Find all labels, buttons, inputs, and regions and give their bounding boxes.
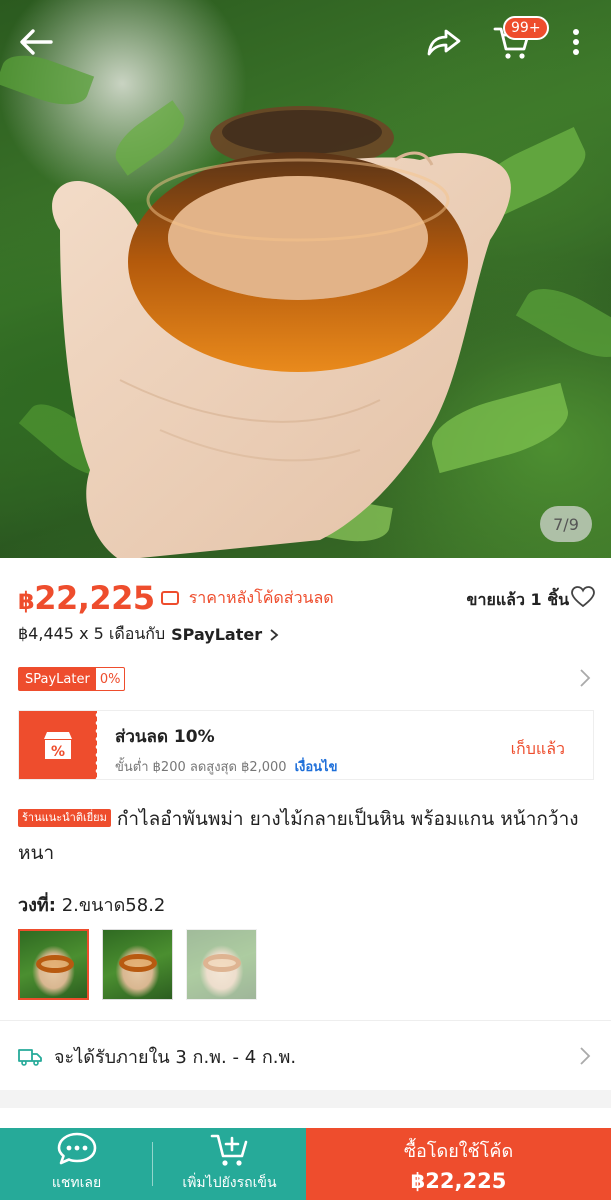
buy-with-code-button[interactable]: ซื้อโดยใช้โค้ด ฿22,225 bbox=[306, 1128, 611, 1200]
buy-label: ซื้อโดยใช้โค้ด bbox=[403, 1140, 514, 1162]
discount-voucher-icon bbox=[160, 591, 179, 605]
variation-thumb[interactable] bbox=[102, 929, 173, 1000]
like-button[interactable] bbox=[571, 586, 595, 612]
variation-thumbnails bbox=[18, 929, 257, 1000]
add-to-cart-button[interactable]: เพิ่มไปยังรถเข็น bbox=[152, 1128, 306, 1200]
price: ฿22,225 bbox=[18, 579, 155, 617]
shop-voucher-icon: % bbox=[44, 732, 72, 760]
price-note: ราคาหลังโค้ดส่วนลด bbox=[188, 587, 334, 607]
image-counter: 7/9 bbox=[540, 506, 592, 542]
product-title: ร้านแนะนำติเยี่ยม กำไลอำพันพม่า ยางไม้กลา… bbox=[18, 802, 594, 870]
share-button[interactable] bbox=[424, 24, 464, 60]
shipping-row[interactable]: จะได้รับภายใน 3 ก.พ. - 4 ก.พ. bbox=[18, 1042, 296, 1071]
chevron-right-icon[interactable] bbox=[579, 668, 591, 688]
sold-count: ขายแล้ว 1 ชิ้น bbox=[466, 590, 569, 609]
preferred-shop-tag: ร้านแนะนำติเยี่ยม bbox=[18, 809, 111, 827]
product-image[interactable]: 99+ 7/9 bbox=[0, 0, 611, 558]
add-to-cart-label: เพิ่มไปยังรถเข็น bbox=[182, 1175, 277, 1191]
voucher-condition-text: ขั้นต่ำ ฿200 ลดสูงสุด ฿2,000 bbox=[115, 760, 287, 775]
price-amount: 22,225 bbox=[34, 579, 155, 617]
back-button[interactable] bbox=[16, 24, 56, 60]
cart-count-badge: 99+ bbox=[503, 16, 549, 40]
more-button[interactable] bbox=[564, 24, 588, 60]
variation-thumb[interactable] bbox=[186, 929, 257, 1000]
currency-symbol: ฿ bbox=[18, 587, 35, 615]
chat-icon bbox=[57, 1132, 96, 1165]
voucher-card: % ส่วนลด 10% ขั้นต่ำ ฿200 ลดสูงสุด ฿2,00… bbox=[18, 710, 594, 780]
hand-holding-bangle-photo bbox=[52, 106, 511, 558]
svg-text:%: % bbox=[51, 744, 65, 760]
share-icon bbox=[427, 29, 461, 56]
separator bbox=[152, 1142, 153, 1186]
installment-info[interactable]: ฿4,445 x 5 เดือนกับ SPayLater bbox=[18, 622, 280, 647]
chat-label: แชทเลย bbox=[51, 1175, 102, 1191]
variation-label: วงที่: bbox=[18, 895, 56, 916]
installment-brand: SPayLater bbox=[171, 625, 263, 644]
section-spacer bbox=[0, 1090, 611, 1108]
arrow-left-icon bbox=[20, 29, 53, 55]
spaylater-badge-label: SPayLater bbox=[19, 668, 96, 690]
add-cart-icon bbox=[210, 1134, 247, 1166]
variation-value: 2.ขนาด58.2 bbox=[61, 895, 166, 916]
variation-selected: วงที่: 2.ขนาด58.2 bbox=[18, 890, 165, 919]
bottom-action-bar: แชทเลย เพิ่มไปยังรถเข็น ซื้อโดยใช้โค้ด ฿… bbox=[0, 1128, 611, 1200]
heart-icon bbox=[571, 586, 595, 608]
buy-price: ฿22,225 bbox=[410, 1168, 507, 1193]
divider bbox=[0, 1020, 611, 1021]
chevron-right-icon[interactable] bbox=[579, 1046, 591, 1066]
shipping-estimate: จะได้รับภายใน 3 ก.พ. - 4 ก.พ. bbox=[54, 1047, 297, 1068]
variation-thumb[interactable] bbox=[18, 929, 89, 1000]
chat-button[interactable]: แชทเลย bbox=[0, 1128, 153, 1200]
installment-text: ฿4,445 x 5 เดือนกับ bbox=[18, 624, 166, 643]
voucher-claim-button[interactable]: เก็บแล้ว bbox=[511, 737, 565, 762]
chevron-right-icon bbox=[270, 628, 279, 641]
more-vertical-icon bbox=[573, 29, 579, 55]
voucher-terms-link[interactable]: เงื่อนไข bbox=[295, 760, 338, 775]
spaylater-badge-rate: 0% bbox=[99, 671, 121, 687]
truck-icon bbox=[18, 1048, 42, 1066]
spaylater-badge: SPayLater 0% bbox=[18, 667, 126, 691]
voucher-shop-icon-wrap: % bbox=[19, 711, 98, 779]
